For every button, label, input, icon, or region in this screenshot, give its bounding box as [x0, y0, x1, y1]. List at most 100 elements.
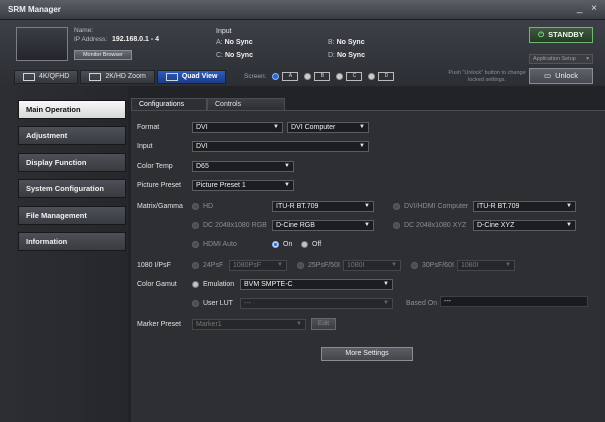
screen-radio-c[interactable]	[336, 73, 344, 80]
edit-button[interactable]: Edit	[311, 318, 336, 330]
colortemp-value: D65	[196, 163, 209, 170]
marker-preset-select[interactable]: Marker1 ▼	[192, 319, 306, 330]
minimize-button[interactable]: _	[577, 3, 583, 14]
colortemp-select[interactable]: D65 ▼	[192, 161, 294, 172]
psf30-radio[interactable]	[411, 262, 418, 269]
device-info: Name: IP Address: 192.168.0.1 - 4	[74, 27, 159, 43]
application-setup-select[interactable]: Application Setup ▾	[529, 54, 593, 64]
screen-d-icon: D	[378, 72, 395, 81]
dc-xyz-radio[interactable]	[393, 222, 400, 229]
user-lut-radio[interactable]	[192, 300, 199, 307]
power-icon: ⏻	[538, 30, 545, 39]
picture-preset-value: Picture Preset 1	[196, 182, 246, 189]
unlock-icon: ▭	[543, 71, 552, 80]
standby-button[interactable]: ⏻ STANDBY	[529, 27, 593, 43]
psf25-radio[interactable]	[297, 262, 304, 269]
close-button[interactable]: ×	[591, 3, 597, 14]
user-lut-select[interactable]: --- ▼	[240, 298, 393, 309]
tab-configurations[interactable]: Configurations	[131, 98, 207, 110]
dvihdmi-label: DVI/HDMI Computer	[404, 203, 469, 210]
hdmi-auto-off-label: Off	[312, 241, 322, 248]
header: Name: IP Address: 192.168.0.1 - 4 Monito…	[0, 20, 605, 86]
chevron-down-icon: ▼	[505, 262, 511, 268]
sidebar-item-display-function[interactable]: Display Function	[18, 153, 126, 172]
psf25-value: 1080I	[347, 262, 365, 269]
input-d-label: D:	[328, 52, 335, 59]
view-tab-2k-zoom[interactable]: 2K/HD Zoom	[80, 70, 155, 84]
ip-label: IP Address:	[74, 36, 108, 43]
psf24-select[interactable]: 1080PsF ▼	[229, 260, 287, 271]
title-bar: SRM Manager _ ×	[0, 0, 605, 20]
format-sub-value: DVI Computer	[291, 124, 336, 131]
psf24-radio[interactable]	[192, 262, 199, 269]
dvihdmi-matrix-value: ITU-R BT.709	[477, 203, 520, 210]
input-value: DVI	[196, 143, 208, 150]
standby-label: STANDBY	[548, 30, 584, 39]
tab-bar: Configurations Controls	[128, 98, 605, 110]
screen-a-icon: A	[282, 72, 299, 81]
monitor-icon	[23, 73, 35, 81]
input-a-label: A:	[216, 39, 223, 46]
psf24-label: 24PsF	[203, 262, 224, 269]
dc-rgb-radio[interactable]	[192, 222, 199, 229]
input-a-value: No Sync	[224, 39, 253, 46]
format-sub-select[interactable]: DVI Computer ▼	[287, 122, 369, 133]
chevron-down-icon: ▼	[277, 262, 283, 268]
sidebar-item-information[interactable]: Information	[18, 232, 126, 251]
input-status: Input A: No Sync B: No Sync C: No Sync D…	[216, 28, 386, 65]
input-select[interactable]: DVI ▼	[192, 141, 369, 152]
psf25-select[interactable]: 1080I ▼	[343, 260, 401, 271]
based-on-label: Based On	[406, 300, 438, 307]
sidebar-item-main-operation[interactable]: Main Operation	[18, 100, 126, 119]
view-tab-label: 4K/QFHD	[39, 73, 70, 80]
unlock-button[interactable]: ▭ Unlock	[529, 68, 593, 84]
picture-preset-select[interactable]: Picture Preset 1 ▼	[192, 180, 294, 191]
screen-radio-a[interactable]	[272, 73, 280, 80]
dc-xyz-label: DC 2048x1080 XYZ	[404, 222, 467, 229]
window-buttons: _ ×	[571, 3, 597, 14]
input-d-value: No Sync	[336, 52, 365, 59]
monitor-thumbnail	[16, 27, 68, 61]
dvihdmi-matrix-select[interactable]: ITU-R BT.709 ▼	[473, 201, 576, 212]
chevron-down-icon: ▼	[364, 203, 370, 209]
more-settings-button[interactable]: More Settings	[321, 347, 413, 361]
dc-xyz-value: D-Cine XYZ	[477, 222, 515, 229]
chevron-down-icon: ▼	[273, 124, 279, 130]
hd-radio[interactable]	[192, 203, 199, 210]
chevron-down-icon: ▾	[586, 56, 589, 62]
view-tab-quad[interactable]: Quad View	[156, 70, 227, 84]
marker-preset-label: Marker Preset	[137, 321, 181, 328]
sidebar-item-system-configuration[interactable]: System Configuration	[18, 179, 126, 198]
dc-rgb-value: D-Cine RGB	[276, 222, 315, 229]
screen-radio-b[interactable]	[304, 73, 312, 80]
matrix-gamma-label: Matrix/Gamma	[137, 203, 183, 210]
view-mode-tabs: 4K/QFHD 2K/HD Zoom Quad View	[14, 70, 228, 84]
hd-label: HD	[203, 203, 214, 210]
dvihdmi-radio[interactable]	[393, 203, 400, 210]
window-title: SRM Manager	[8, 5, 61, 14]
format-value: DVI	[196, 124, 208, 131]
hd-matrix-select[interactable]: ITU-R BT.709 ▼	[272, 201, 374, 212]
chevron-down-icon: ▼	[383, 281, 389, 287]
emulation-select[interactable]: BVM SMPTE-C ▼	[240, 279, 393, 290]
monitor-browser-button[interactable]: Monitor Browser	[74, 50, 132, 60]
dc-rgb-select[interactable]: D-Cine RGB ▼	[272, 220, 374, 231]
tab-controls[interactable]: Controls	[207, 98, 285, 110]
sidebar-item-adjustment[interactable]: Adjustment	[18, 126, 126, 145]
psf30-select[interactable]: 1080I ▼	[457, 260, 515, 271]
hdmi-auto-on-label: On	[283, 241, 293, 248]
psf30-value: 1080I	[461, 262, 479, 269]
emulation-label: Emulation	[203, 281, 235, 288]
screen-radio-d[interactable]	[368, 73, 376, 80]
ip-value: 192.168.0.1 - 4	[111, 36, 160, 43]
hdmi-auto-on-radio[interactable]	[272, 241, 279, 248]
view-tab-4k[interactable]: 4K/QFHD	[14, 70, 79, 84]
hdmi-auto-radio[interactable]	[192, 241, 199, 248]
sidebar-item-file-management[interactable]: File Management	[18, 206, 126, 225]
psf30-label: 30PsF/60I	[422, 262, 454, 269]
dc-xyz-select[interactable]: D-Cine XYZ ▼	[473, 220, 576, 231]
hdmi-auto-off-radio[interactable]	[301, 241, 308, 248]
emulation-radio[interactable]	[192, 281, 199, 288]
format-select[interactable]: DVI ▼	[192, 122, 283, 133]
chevron-down-icon: ▼	[566, 222, 572, 228]
